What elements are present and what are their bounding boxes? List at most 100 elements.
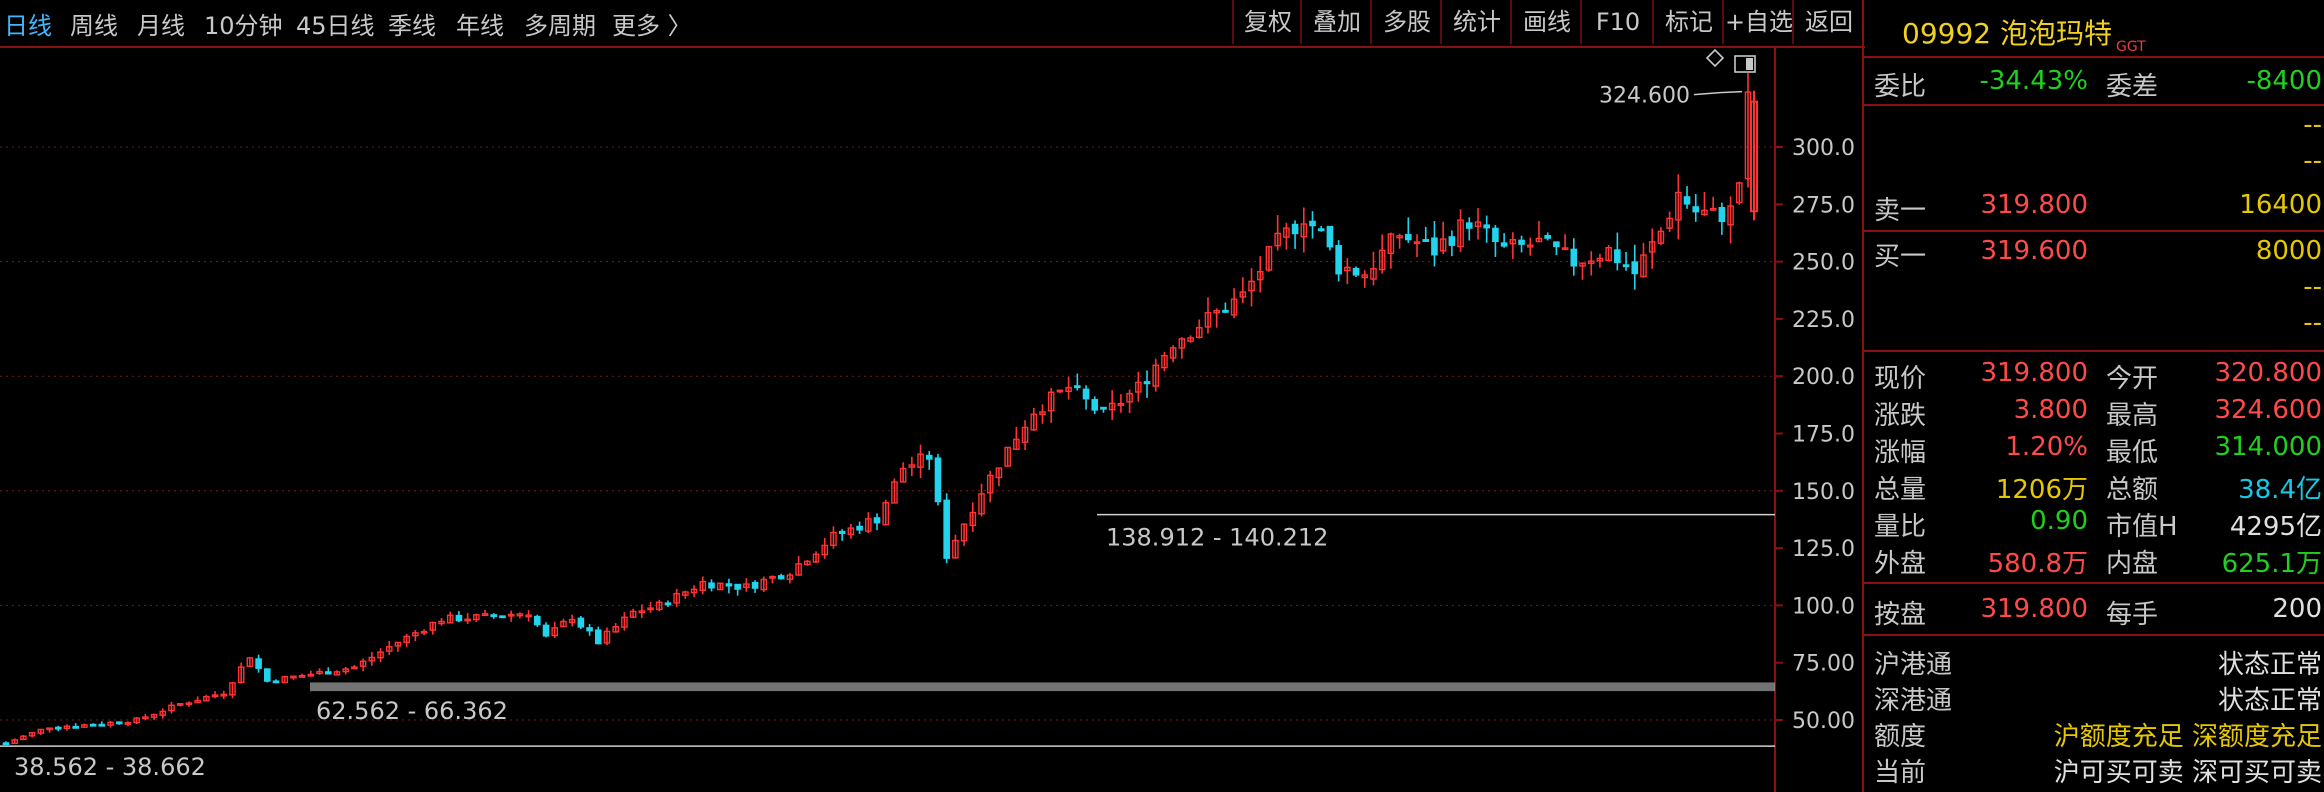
candle-body — [934, 457, 942, 503]
buy1-label: 买一 — [1874, 242, 1927, 272]
kline-chart[interactable]: 50.00 75.00 100.0 125.0 150.0 175.0 200.0 225.0… — [0, 0, 1862, 792]
f10-button[interactable]: F10 — [1580, 0, 1654, 44]
restore-rights-button[interactable]: 复权 — [1232, 0, 1302, 44]
stat-value: 1206万 — [1995, 475, 2088, 505]
candle-body — [1309, 220, 1316, 227]
quota-label: 额度 — [1874, 722, 1927, 752]
candle-body — [54, 726, 62, 730]
candle-body — [734, 583, 741, 590]
stock-header: 09992 泡泡玛特 GGT — [1864, 0, 2324, 56]
divider — [1864, 104, 2324, 106]
candle-body — [1335, 245, 1342, 275]
candle-body — [1326, 225, 1334, 248]
candle-body — [98, 723, 106, 727]
candle-body — [1614, 249, 1621, 264]
buy2-vol: -- — [2303, 272, 2322, 302]
window-icon-fill — [1746, 58, 1753, 70]
stat-value: 324.600 — [2214, 395, 2322, 425]
candle-body — [1352, 267, 1360, 276]
candle-body — [873, 517, 881, 524]
candle-body — [925, 454, 933, 460]
quote-panel: 09992 泡泡玛特 GGT 委比 -34.43% 委差 -8400 -- -- … — [1862, 0, 2324, 792]
support-zone-label: 62.562 - 66.362 — [316, 697, 508, 725]
candle-body — [1448, 236, 1456, 246]
candle-body — [455, 614, 463, 622]
candle-body — [272, 680, 280, 684]
multi-stock-button[interactable]: 多股 — [1370, 0, 1442, 44]
mark-button[interactable]: 标记 — [1652, 0, 1724, 44]
y-tick-label: 200.0 — [1792, 365, 1855, 390]
candle-body — [542, 624, 550, 637]
period-season[interactable]: 季线 — [388, 6, 436, 41]
period-year[interactable]: 年线 — [456, 6, 504, 41]
stat-label: 最高 — [2106, 401, 2159, 431]
sz-connect-label: 深港通 — [1874, 686, 1953, 716]
period-week[interactable]: 周线 — [70, 6, 118, 41]
candle-body — [664, 602, 672, 606]
quota-value: 沪额度充足 深额度充足 — [2053, 722, 2322, 752]
period-10min[interactable]: 10分钟 — [204, 6, 283, 41]
statistics-button[interactable]: 统计 — [1440, 0, 1512, 44]
period-more[interactable]: 更多 〉 — [612, 6, 692, 41]
hk-connect-label: 沪港通 — [1874, 650, 1953, 680]
candle-body — [115, 721, 123, 725]
candle-body — [1718, 206, 1726, 223]
candle-body — [1082, 388, 1090, 400]
divider — [1864, 56, 2324, 58]
candle-body — [1405, 233, 1412, 241]
candle-body — [751, 581, 759, 589]
period-multi[interactable]: 多周期 — [524, 6, 596, 41]
candle-body — [255, 658, 262, 669]
lot-label: 每手 — [2106, 600, 2159, 630]
candle-body — [594, 629, 602, 645]
candle-body — [1622, 264, 1630, 268]
stat-label: 总额 — [2106, 475, 2159, 505]
stat-label: 总量 — [1874, 475, 1927, 505]
y-tick-label: 300.0 — [1792, 136, 1855, 161]
candle-body — [1500, 242, 1508, 247]
candle-body — [1692, 206, 1700, 213]
period-month[interactable]: 月线 — [137, 6, 185, 41]
candle-body — [1631, 261, 1639, 275]
draw-line-button[interactable]: 画线 — [1510, 0, 1582, 44]
y-tick-label: 225.0 — [1792, 308, 1855, 333]
y-tick-label: 150.0 — [1792, 480, 1855, 505]
candle-body — [1431, 237, 1438, 256]
stat-value: 3.800 — [2013, 395, 2088, 425]
buy1-vol: 8000 — [2255, 236, 2322, 266]
stat-value: 0.90 — [2030, 506, 2088, 536]
back-button[interactable]: 返回 — [1792, 0, 1864, 44]
sell1-price: 319.800 — [1980, 190, 2088, 220]
candle-body — [1222, 309, 1229, 313]
buy3-vol: -- — [2303, 308, 2322, 338]
candle-body — [708, 582, 715, 589]
high-price-arrow — [1693, 90, 1743, 96]
candle-body — [1483, 224, 1490, 229]
buy1-price: 319.600 — [1980, 236, 2088, 266]
stock-code-name[interactable]: 09992 泡泡玛特 GGT — [1902, 12, 2146, 55]
stat-label: 涨幅 — [1874, 438, 1927, 468]
stat-value: 38.4亿 — [2238, 475, 2322, 505]
stat-value: 319.800 — [1980, 358, 2088, 388]
weibi-value: -34.43% — [1979, 66, 2088, 96]
period-day[interactable]: 日线 — [4, 6, 52, 41]
weicha-label: 委差 — [2106, 72, 2159, 102]
stat-value: 4295亿 — [2229, 512, 2322, 542]
high-price-label: 324.600 — [1599, 84, 1690, 109]
period-45day[interactable]: 45日线 — [296, 6, 375, 41]
y-tick-label: 75.00 — [1792, 652, 1855, 677]
stat-label: 最低 — [2106, 438, 2159, 468]
add-watchlist-button[interactable]: +自选 — [1722, 0, 1794, 44]
y-tick-label: 275.0 — [1792, 193, 1855, 218]
support-zone-label: 38.562 - 38.662 — [14, 753, 206, 781]
candle-body — [1422, 239, 1430, 242]
candle-body — [586, 627, 593, 632]
candle-body — [577, 617, 585, 628]
candle-body — [1544, 234, 1551, 239]
overlay-button[interactable]: 叠加 — [1300, 0, 1372, 44]
candle-body — [838, 530, 846, 535]
sell1-label: 卖一 — [1874, 196, 1927, 226]
current-label: 当前 — [1874, 758, 1927, 788]
candle-body — [1465, 222, 1473, 229]
support-zone-band — [310, 682, 1775, 692]
